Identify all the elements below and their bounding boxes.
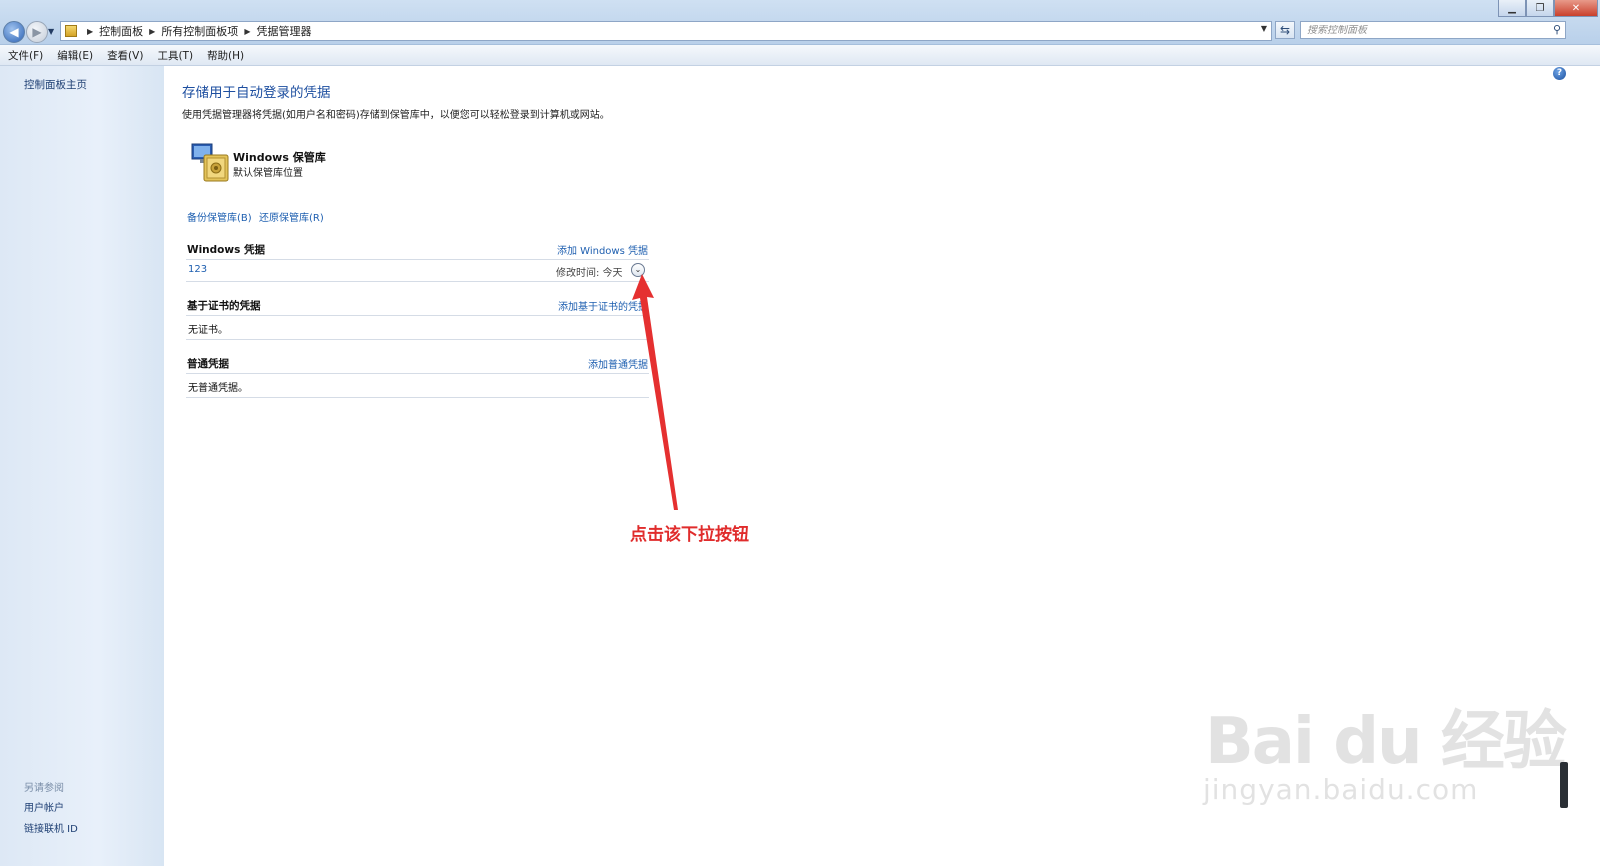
no-generic-credentials-text: 无普通凭据。	[188, 383, 248, 394]
credential-modified-time: 修改时间: 今天	[556, 268, 623, 279]
vault-title: Windows 保管库	[233, 151, 326, 164]
vault-icon	[191, 143, 229, 182]
breadcrumb-all-items[interactable]: 所有控制面板项	[161, 23, 238, 39]
user-accounts-link[interactable]: 用户帐户	[24, 799, 64, 814]
chevron-right-icon[interactable]: ▶	[149, 27, 155, 36]
divider	[186, 373, 649, 374]
baidu-watermark-url: jingyan.baidu.com	[1203, 773, 1479, 806]
divider	[186, 281, 649, 282]
annotation-text: 点击该下拉按钮	[630, 525, 749, 545]
certificate-credentials-heading: 基于证书的凭据	[187, 300, 261, 312]
page-title: 存储用于自动登录的凭据	[182, 85, 331, 101]
see-also-heading: 另请参阅	[24, 783, 64, 794]
menu-view[interactable]: 查看(V)	[107, 48, 143, 63]
menu-help[interactable]: 帮助(H)	[207, 48, 244, 63]
recent-pages-dropdown[interactable]: ▼	[48, 27, 54, 36]
refresh-button[interactable]: ⇆	[1275, 21, 1295, 39]
breadcrumb-control-panel[interactable]: 控制面板	[99, 23, 143, 39]
no-certificates-text: 无证书。	[188, 325, 228, 336]
search-input[interactable]	[1307, 24, 1537, 36]
back-button[interactable]: ◀	[3, 21, 25, 43]
close-button[interactable]: ✕	[1554, 0, 1598, 17]
backup-vault-link[interactable]: 备份保管库(B)	[187, 209, 252, 224]
menu-edit[interactable]: 编辑(E)	[57, 48, 93, 63]
vault-subtitle: 默认保管库位置	[233, 168, 303, 179]
restore-vault-link[interactable]: 还原保管库(R)	[259, 209, 324, 224]
generic-credentials-heading: 普通凭据	[187, 358, 229, 370]
help-icon[interactable]: ?	[1553, 67, 1566, 80]
restore-button[interactable]: ❐	[1526, 0, 1554, 17]
menu-file[interactable]: 文件(F)	[8, 48, 43, 63]
add-windows-credential-link[interactable]: 添加 Windows 凭据	[557, 242, 648, 257]
menu-tools[interactable]: 工具(T)	[157, 48, 193, 63]
chevron-right-icon[interactable]: ▶	[244, 27, 250, 36]
control-panel-icon	[65, 25, 77, 37]
link-online-id-link[interactable]: 链接联机 ID	[24, 820, 78, 835]
divider	[186, 397, 649, 398]
search-icon[interactable]: ⚲	[1553, 23, 1561, 36]
baidu-watermark-logo: Bai du 经验	[1205, 705, 1567, 779]
page-description: 使用凭据管理器将凭据(如用户名和密码)存储到保管库中，以便您可以轻松登录到计算机…	[182, 110, 610, 121]
divider	[186, 259, 649, 260]
credential-item-name[interactable]: 123	[188, 264, 207, 275]
scrollbar-grip[interactable]	[1560, 762, 1568, 808]
address-bar[interactable]: ▶ 控制面板 ▶ 所有控制面板项 ▶ 凭据管理器 ▼	[60, 21, 1272, 41]
divider	[186, 315, 649, 316]
address-dropdown-icon[interactable]: ▼	[1261, 24, 1267, 33]
chevron-right-icon[interactable]: ▶	[87, 27, 93, 36]
minimize-button[interactable]: ▁	[1498, 0, 1526, 17]
windows-credentials-heading: Windows 凭据	[187, 244, 265, 256]
search-box[interactable]: ⚲	[1300, 21, 1566, 39]
window-titlebar: ▁ ❐ ✕ ◀ ▶ ▼ ▶ 控制面板 ▶ 所有控制面板项 ▶ 凭据管理器 ▼ ⇆…	[0, 0, 1600, 45]
window-controls: ▁ ❐ ✕	[1498, 0, 1598, 18]
divider	[186, 339, 649, 340]
forward-button[interactable]: ▶	[26, 21, 48, 43]
annotation-arrow	[632, 274, 678, 510]
control-panel-home-link[interactable]: 控制面板主页	[24, 77, 87, 92]
menu-bar: 文件(F) 编辑(E) 查看(V) 工具(T) 帮助(H)	[0, 45, 1600, 66]
breadcrumb-credential-manager[interactable]: 凭据管理器	[256, 23, 311, 39]
left-nav-pane: 控制面板主页 另请参阅 用户帐户 链接联机 ID	[0, 66, 164, 866]
